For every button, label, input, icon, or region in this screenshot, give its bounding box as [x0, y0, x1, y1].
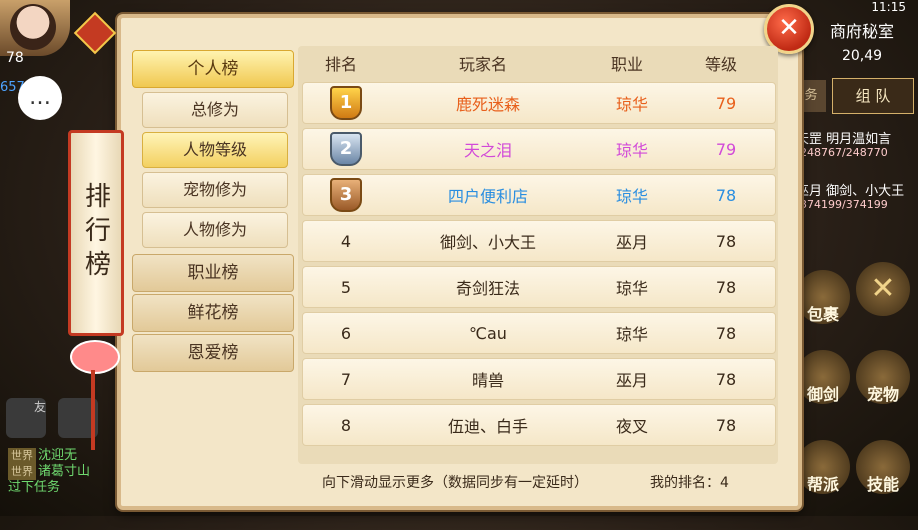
close-icon[interactable]: ✕: [856, 262, 910, 316]
map-name: 商府秘室: [829, 22, 894, 41]
table-row[interactable]: 8 伍迪、白手 夜叉 78: [302, 404, 776, 446]
level-cell: 78: [715, 277, 737, 297]
page-title: 排行榜: [80, 182, 111, 284]
scroll-hint: 向下滑动显示更多（数据同步有一定延时）: [322, 475, 588, 491]
table-header: 排名 玩家名 职业 等级: [298, 46, 778, 80]
guild-button[interactable]: 帮派: [796, 440, 850, 494]
table-row[interactable]: 6 ℃au 琼华 78: [302, 312, 776, 354]
friend-button[interactable]: 友: [6, 398, 46, 438]
tassel-icon: [91, 370, 95, 450]
team-button[interactable]: 组 队: [832, 78, 914, 114]
player-name-cell: ℃au: [469, 323, 507, 343]
level-cell: 78: [715, 369, 737, 389]
avatar: [10, 4, 56, 50]
tab-flower-ranking[interactable]: 鲜花榜: [132, 294, 294, 332]
column-header-player: 玩家名: [458, 55, 507, 74]
rank-cell: 5: [303, 278, 389, 297]
chat-bubble-icon[interactable]: …: [18, 76, 62, 120]
rank-medal-icon: 1: [330, 86, 362, 120]
team-member-name[interactable]: 天罡 明月温如言: [796, 128, 891, 147]
level-cell: 78: [715, 185, 737, 205]
rank-medal-icon: 3: [330, 178, 362, 212]
class-cell: 夜叉: [615, 417, 648, 436]
table-row[interactable]: 4 御剑、小大王 巫月 78: [302, 220, 776, 262]
rank-cell: 4: [303, 232, 389, 251]
tab-personal-ranking[interactable]: 个人榜: [132, 50, 294, 88]
player-name-cell: 鹿死迷森: [455, 95, 520, 114]
rank-medal-icon: 2: [330, 132, 362, 166]
knot-ornament-icon: [73, 11, 117, 55]
tab-class-ranking[interactable]: 职业榜: [132, 254, 294, 292]
my-rank: 我的排名：4: [650, 475, 729, 491]
table-row[interactable]: 2 天之泪 琼华 79: [302, 128, 776, 170]
player-avatar-frame[interactable]: [0, 0, 70, 56]
column-header-class: 职业: [610, 55, 643, 74]
table-row[interactable]: 5 奇剑狂法 琼华 78: [302, 266, 776, 308]
player-name-cell: 天之泪: [463, 141, 512, 160]
rank-cell: 8: [303, 416, 389, 435]
rank-cell: 7: [303, 370, 389, 389]
sword-button[interactable]: 御剑: [796, 350, 850, 404]
rank-number: 5: [340, 277, 352, 297]
rank-number: 8: [340, 415, 352, 435]
ranking-table[interactable]: 排名 玩家名 职业 等级 1 鹿死迷森 琼华 79 2 天之泪 琼华 79 3 四户便利店 琼华 78…: [298, 46, 778, 464]
level-cell: 78: [715, 231, 737, 251]
chat-line: 世界 诸葛寸山: [8, 464, 126, 480]
bag-button[interactable]: 包裹: [796, 270, 850, 324]
class-cell: 琼华: [615, 279, 648, 298]
player-name-cell: 御剑、小大王: [439, 233, 536, 252]
rank-cell: 2: [303, 132, 389, 166]
pet-button[interactable]: 宠物: [856, 350, 910, 404]
leaderboard-title-scroll: 排行榜: [68, 130, 124, 336]
tab-couple-ranking[interactable]: 恩爱榜: [132, 334, 294, 372]
cloud-ornament-icon: [70, 340, 120, 374]
map-coordinates: 20,49: [841, 48, 883, 64]
clock: 11:15: [871, 0, 906, 14]
player-name-cell: 伍迪、白手: [447, 417, 528, 436]
player-name-cell: 奇剑狂法: [455, 279, 520, 298]
rank-number: 7: [340, 369, 352, 389]
rank-cell: 1: [303, 86, 389, 120]
class-cell: 巫月: [615, 371, 648, 390]
table-row[interactable]: 3 四户便利店 琼华 78: [302, 174, 776, 216]
player-level: 78: [6, 50, 24, 66]
column-header-level: 等级: [704, 55, 737, 74]
rank-number: 6: [340, 323, 352, 343]
class-cell: 琼华: [615, 325, 648, 344]
rank-cell: 3: [303, 178, 389, 212]
level-cell: 79: [715, 93, 737, 113]
class-cell: 琼华: [615, 141, 648, 160]
player-name-cell: 四户便利店: [447, 187, 528, 206]
column-header-rank: 排名: [324, 55, 357, 74]
chat-log: 世界 沈迎无 世界 诸葛寸山 过下任务: [8, 448, 126, 496]
tab-character-level[interactable]: 人物等级: [142, 132, 288, 168]
player-name-cell: 晴兽: [471, 371, 504, 390]
skill-button[interactable]: 技能: [856, 440, 910, 494]
level-cell: 79: [715, 139, 737, 159]
chat-line: 过下任务: [8, 480, 61, 495]
rank-number: 4: [340, 231, 352, 251]
tab-total-cultivation[interactable]: 总修为: [142, 92, 288, 128]
tab-character-cultivation[interactable]: 人物修为: [142, 212, 288, 248]
class-cell: 巫月: [615, 233, 648, 252]
table-row[interactable]: 7 晴兽 巫月 78: [302, 358, 776, 400]
tab-pet-cultivation[interactable]: 宠物修为: [142, 172, 288, 208]
class-cell: 琼华: [615, 95, 648, 114]
rank-cell: 6: [303, 324, 389, 343]
team-member-hp: 374199/374199: [800, 198, 888, 211]
team-member-hp: 248767/248770: [800, 146, 888, 159]
table-row[interactable]: 1 鹿死迷森 琼华 79: [302, 82, 776, 124]
chat-line: 世界 沈迎无: [8, 448, 126, 464]
level-cell: 78: [715, 415, 737, 435]
level-cell: 78: [715, 323, 737, 343]
class-cell: 琼华: [615, 187, 648, 206]
team-member-name[interactable]: 巫月 御剑、小大王: [796, 180, 904, 199]
